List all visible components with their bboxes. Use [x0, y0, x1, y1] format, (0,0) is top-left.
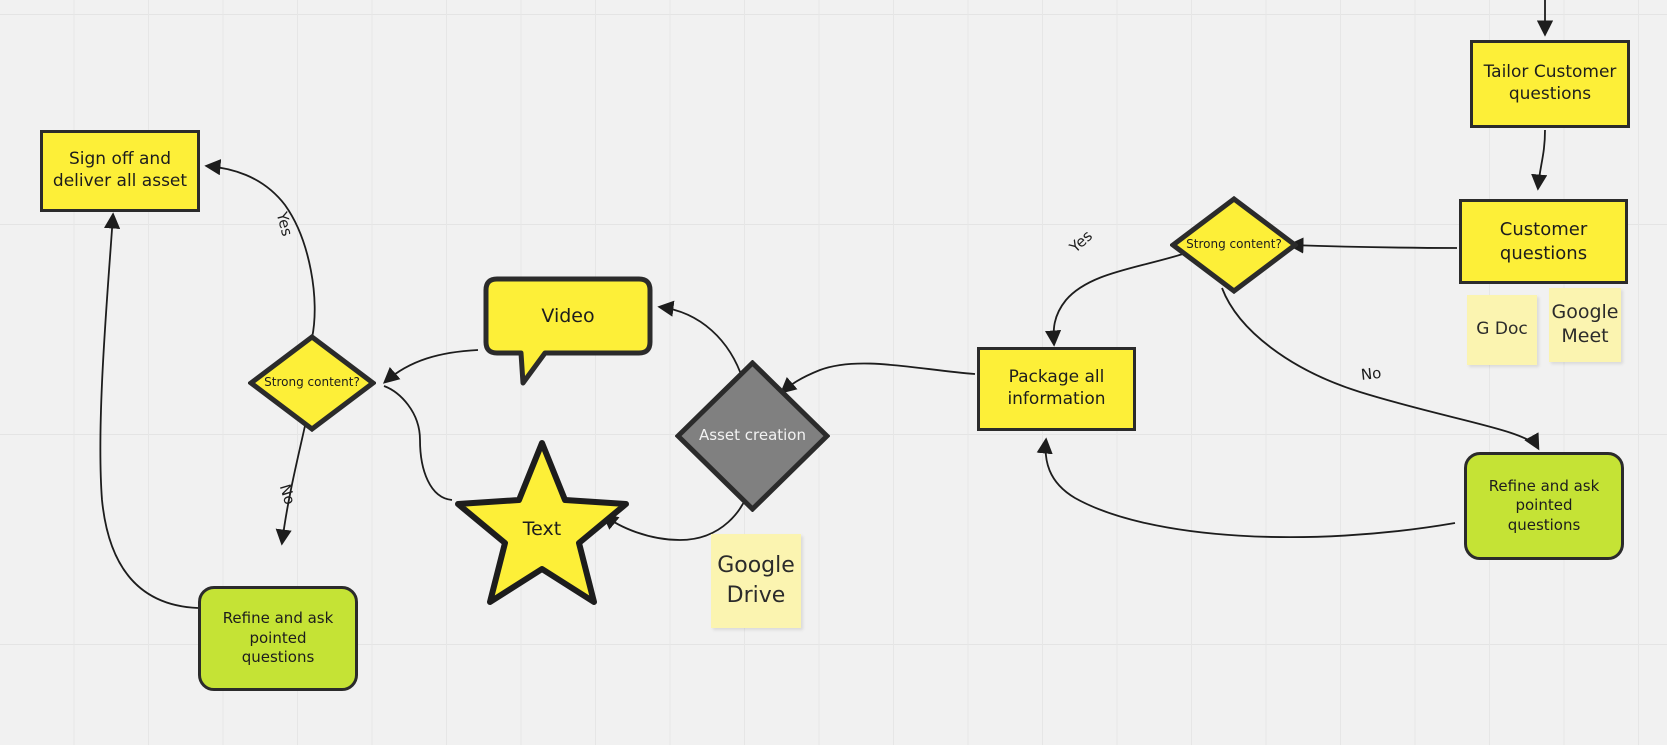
node-label: Tailor Customer questions: [1483, 62, 1617, 104]
edge-customer-to-strong: [1287, 237, 1458, 254]
node-text[interactable]: Text: [452, 437, 632, 607]
diagram-canvas: Package all information --> Refine (righ…: [0, 0, 1667, 745]
node-label: Refine and ask pointed questions: [1488, 476, 1600, 534]
node-label: Video: [541, 305, 595, 328]
node-strong-content-left[interactable]: Strong content?: [248, 334, 376, 432]
node-package-all-information[interactable]: Package all information: [977, 347, 1136, 431]
node-label: Customer questions: [1499, 219, 1588, 264]
node-label: Strong content?: [1186, 237, 1282, 252]
sticky-label: G Doc: [1476, 319, 1528, 340]
edge-label-no-left: No: [275, 482, 299, 507]
node-label: Package all information: [1007, 367, 1106, 409]
node-asset-creation[interactable]: Asset creation: [675, 360, 830, 512]
edge-label-yes-left: Yes: [272, 210, 297, 239]
node-label: Refine and ask pointed questions: [222, 609, 334, 667]
edge-video-to-strongleft: [382, 349, 479, 384]
node-label: Asset creation: [698, 426, 806, 445]
node-customer-questions[interactable]: Customer questions: [1459, 199, 1628, 284]
sticky-note-google-meet[interactable]: Google Meet: [1549, 288, 1621, 362]
node-refine-left[interactable]: Refine and ask pointed questions: [198, 586, 358, 691]
node-sign-off[interactable]: Sign off and deliver all asset: [40, 130, 200, 212]
edge-tailor-to-customer: [1531, 129, 1548, 191]
node-refine-right[interactable]: Refine and ask pointed questions: [1464, 452, 1624, 560]
sticky-label: Google Drive: [717, 553, 795, 608]
sticky-label: Google Meet: [1551, 301, 1619, 347]
node-video[interactable]: Video: [483, 276, 653, 386]
edge-label-yes-right: Yes: [1066, 226, 1097, 257]
node-tailor-customer-questions[interactable]: Tailor Customer questions: [1470, 40, 1630, 128]
edge-refine-right-to-package: [1036, 437, 1456, 538]
node-label: Text: [522, 518, 562, 540]
edge-text-to-strongleft: [383, 385, 453, 501]
edge-strong-yes-to-package: [1044, 252, 1187, 347]
sticky-note-google-drive[interactable]: Google Drive: [711, 534, 801, 628]
edge-label-no-right: No: [1360, 363, 1383, 384]
node-label: Sign off and deliver all asset: [52, 149, 188, 191]
node-label: Strong content?: [264, 375, 360, 390]
edge-refine-left-to-signoff: [99, 212, 199, 609]
node-strong-content-right[interactable]: Strong content?: [1170, 196, 1298, 294]
sticky-note-g-doc[interactable]: G Doc: [1467, 295, 1537, 365]
edge-strongleft-yes-to-signoff: [204, 159, 316, 339]
